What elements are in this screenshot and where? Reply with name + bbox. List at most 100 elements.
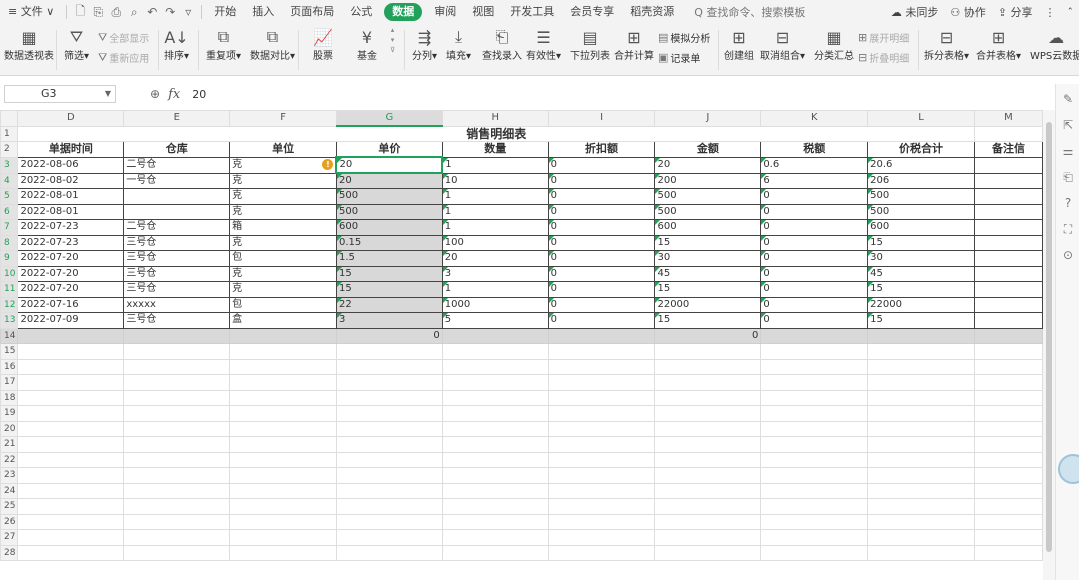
total-cell[interactable]: [547, 327, 656, 344]
stock-button[interactable]: 📈 股票: [312, 26, 334, 64]
pivot-table-button[interactable]: ▦ 数据透视表: [4, 26, 54, 64]
warning-icon[interactable]: !: [322, 159, 334, 170]
collapse-ribbon-icon[interactable]: ˆ: [1062, 6, 1079, 19]
style-icon[interactable]: ✎: [1056, 88, 1079, 110]
grid-cell[interactable]: [335, 513, 443, 530]
table-cell[interactable]: 0: [547, 250, 656, 267]
table-cell[interactable]: 22: [335, 296, 443, 313]
grid-cell[interactable]: [654, 358, 762, 375]
grid-cell[interactable]: [973, 420, 1043, 437]
grid-cell[interactable]: [441, 374, 549, 391]
row-header[interactable]: 26: [0, 513, 19, 530]
table-cell[interactable]: 15: [654, 281, 762, 298]
grid-cell[interactable]: [335, 374, 443, 391]
column-label[interactable]: 金额: [654, 141, 762, 158]
grid-cell[interactable]: [229, 467, 337, 484]
table-cell[interactable]: 0: [547, 312, 656, 329]
row-header[interactable]: 15: [0, 343, 19, 360]
grid-cell[interactable]: [17, 529, 125, 546]
grid-cell[interactable]: [654, 513, 762, 530]
grid-cell[interactable]: [123, 451, 231, 468]
column-header[interactable]: L: [867, 110, 975, 127]
grid-cell[interactable]: [441, 389, 549, 406]
table-cell[interactable]: 包: [229, 296, 337, 313]
grid-cell[interactable]: [17, 420, 125, 437]
grid-cell[interactable]: [760, 513, 869, 530]
subtotal-button[interactable]: ▦ 分类汇总: [814, 26, 854, 64]
grid-cell[interactable]: [654, 389, 762, 406]
grid-cell[interactable]: [229, 405, 337, 422]
table-cell[interactable]: 20.6: [867, 156, 975, 174]
command-search[interactable]: Q 查找命令、搜索模板: [682, 4, 805, 20]
grid-cell[interactable]: [867, 467, 975, 484]
row-header[interactable]: 9: [0, 250, 19, 267]
grid-cell[interactable]: [654, 405, 762, 422]
lookup-entry-button[interactable]: ⎗ 查找录入: [482, 26, 522, 64]
properties-icon[interactable]: ⚌: [1056, 140, 1079, 162]
table-cell[interactable]: 2022-07-23: [17, 234, 125, 251]
grid-cell[interactable]: [867, 343, 975, 360]
zoom-search-icon[interactable]: ⊕: [150, 87, 160, 101]
save-icon[interactable]: 🗋: [71, 0, 89, 24]
show-all-button[interactable]: ⛛ 全部显示: [98, 30, 149, 46]
row-header[interactable]: 12: [0, 296, 19, 313]
table-cell[interactable]: 2022-07-09: [17, 312, 125, 329]
table-cell[interactable]: 0: [760, 281, 869, 298]
tab-resources[interactable]: 稻壳资源: [622, 0, 682, 24]
collaborate-button[interactable]: ⚇ 协作: [944, 4, 991, 20]
table-cell[interactable]: 500: [654, 188, 762, 205]
table-cell[interactable]: 0: [547, 265, 656, 282]
table-cell[interactable]: 2022-07-16: [17, 296, 125, 313]
grid-cell[interactable]: [335, 498, 443, 515]
row-header[interactable]: 18: [0, 389, 19, 406]
grid-cell[interactable]: [229, 374, 337, 391]
grid-cell[interactable]: [441, 420, 549, 437]
grid-cell[interactable]: [17, 451, 125, 468]
grid-cell[interactable]: [441, 513, 549, 530]
grid-cell[interactable]: [547, 513, 656, 530]
grid-cell[interactable]: [973, 374, 1043, 391]
grid-cell[interactable]: [654, 529, 762, 546]
grid-cell[interactable]: [17, 343, 125, 360]
table-cell[interactable]: 600: [654, 219, 762, 236]
grid-cell[interactable]: [123, 374, 231, 391]
grid-cell[interactable]: [441, 498, 549, 515]
grid-cell[interactable]: [335, 358, 443, 375]
gallery-scroll[interactable]: ▴ ▾ ⊽: [390, 26, 395, 54]
help-icon[interactable]: ?: [1056, 192, 1079, 214]
table-cell[interactable]: 三号仓: [123, 265, 231, 282]
table-cell[interactable]: 30: [654, 250, 762, 267]
duplicates-button[interactable]: ⧉ 重复项▾: [206, 26, 241, 64]
chevron-down-icon[interactable]: ▼: [105, 86, 111, 102]
consolidate-button[interactable]: ⊞ 合并计算: [614, 26, 654, 64]
ungroup-button[interactable]: ⊟ 取消组合▾: [760, 26, 805, 64]
grid-cell[interactable]: [123, 482, 231, 499]
table-cell[interactable]: 2022-08-01: [17, 203, 125, 220]
grid-cell[interactable]: [547, 482, 656, 499]
row-header[interactable]: 1: [0, 125, 19, 142]
grid-cell[interactable]: [441, 451, 549, 468]
tab-formulas[interactable]: 公式: [342, 0, 380, 24]
grid-cell[interactable]: [17, 374, 125, 391]
grid-cell[interactable]: [123, 389, 231, 406]
grid-cell[interactable]: [229, 513, 337, 530]
grid-cell[interactable]: [547, 544, 656, 561]
grid-cell[interactable]: [123, 467, 231, 484]
grid-cell[interactable]: [867, 529, 975, 546]
table-cell[interactable]: 3: [335, 312, 443, 329]
grid-cell[interactable]: [17, 544, 125, 561]
table-cell[interactable]: 1: [441, 156, 549, 174]
grid-cell[interactable]: [335, 529, 443, 546]
grid-cell[interactable]: [17, 467, 125, 484]
grid-cell[interactable]: [17, 358, 125, 375]
table-cell[interactable]: 0: [547, 172, 656, 189]
table-cell[interactable]: 2022-07-20: [17, 281, 125, 298]
grid-cell[interactable]: [123, 436, 231, 453]
table-cell[interactable]: [973, 203, 1043, 220]
row-header[interactable]: 13: [0, 312, 19, 329]
grid-cell[interactable]: [654, 420, 762, 437]
table-cell[interactable]: 0: [760, 250, 869, 267]
total-cell[interactable]: [973, 327, 1043, 344]
column-label[interactable]: 数量: [441, 141, 549, 158]
grid-cell[interactable]: [867, 420, 975, 437]
